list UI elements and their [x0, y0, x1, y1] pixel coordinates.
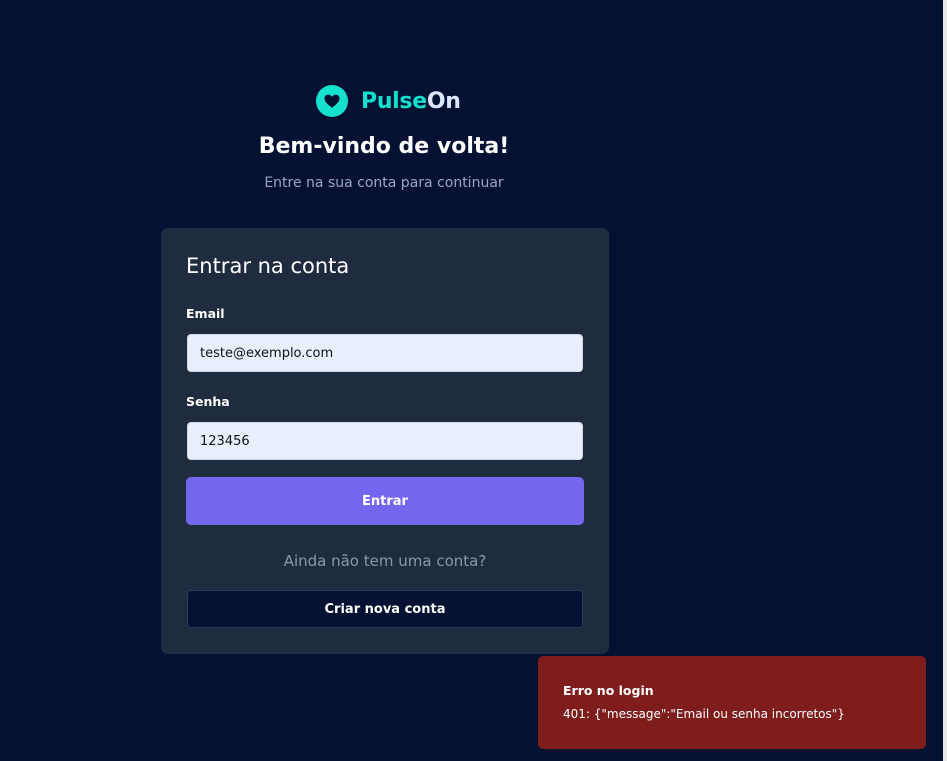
email-label: Email	[186, 306, 225, 321]
toast-title: Erro no login	[563, 683, 654, 698]
no-account-text: Ainda não tem uma conta?	[283, 552, 487, 570]
login-card: Entrar na conta Email Senha Entrar Ainda…	[161, 228, 609, 654]
brand-logo: PulseOn	[316, 84, 461, 118]
window-edge	[943, 0, 947, 761]
login-button[interactable]: Entrar	[186, 477, 584, 525]
heart-icon	[316, 85, 348, 117]
brand-name: PulseOn	[361, 89, 461, 114]
brand-name-pulse: Pulse	[361, 88, 427, 114]
brand-name-on: On	[426, 88, 461, 114]
card-title: Entrar na conta	[186, 254, 350, 278]
password-label: Senha	[186, 394, 230, 409]
page-subtitle: Entre na sua conta para continuar	[264, 175, 504, 191]
toast-message: 401: {"message":"Email ou senha incorret…	[563, 707, 845, 721]
login-page: PulseOn Bem-vindo de volta! Entre na sua…	[0, 0, 947, 761]
error-toast[interactable]: Erro no login 401: {"message":"Email ou …	[538, 656, 926, 749]
password-field[interactable]	[187, 422, 583, 460]
create-account-button[interactable]: Criar nova conta	[187, 590, 583, 628]
email-field[interactable]	[187, 334, 583, 372]
page-title: Bem-vindo de volta!	[258, 134, 510, 159]
